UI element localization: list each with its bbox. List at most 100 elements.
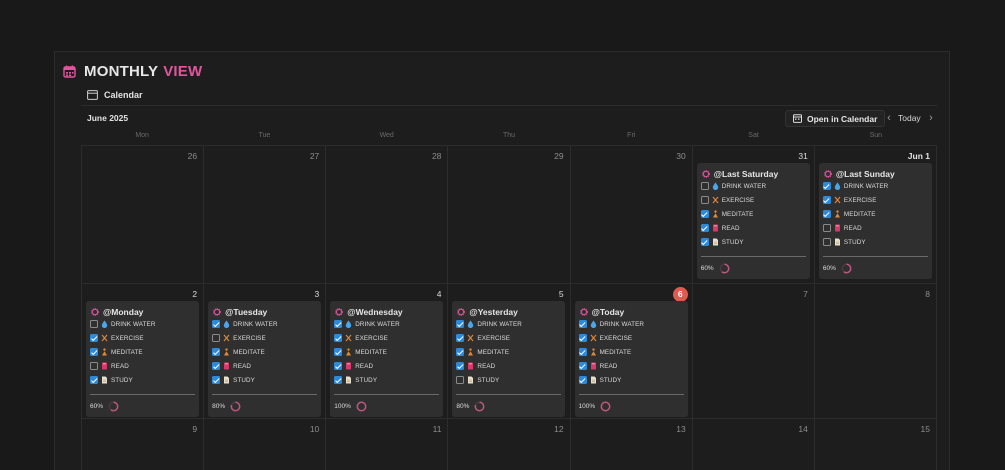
day-number: 10: [309, 424, 320, 434]
calendar-day-cell[interactable]: 8: [814, 284, 937, 419]
task-checkbox[interactable]: [700, 196, 709, 204]
task-checkbox[interactable]: [822, 182, 831, 190]
habit-entry-card[interactable]: @Yesterday DRINK WATER EXERCISE MEDITATE REA…: [452, 301, 566, 417]
calendar-day-cell[interactable]: 3 @Tuesday DRINK WATER EXERCISE MEDITATE READ…: [204, 284, 327, 419]
task-checkbox[interactable]: [90, 362, 98, 370]
today-button[interactable]: Today: [898, 111, 921, 125]
task-checkbox[interactable]: [90, 334, 98, 342]
entry-title[interactable]: @Last Saturday: [701, 169, 778, 179]
task-checkbox[interactable]: [456, 362, 465, 370]
weekday-header: Mon Tue Wed Thu Fri Sat Sun: [81, 132, 937, 145]
calendar-day-cell[interactable]: Jun 1 @Last Sunday DRINK WATER EXERCISE MEDI…: [814, 146, 937, 284]
task-label: MEDITATE: [599, 348, 632, 356]
calendar-day-cell[interactable]: 9: [82, 419, 205, 470]
progress-indicator: 100%: [334, 401, 367, 412]
entry-title[interactable]: @Yesterday: [457, 307, 518, 317]
habit-entry-card[interactable]: @Last Saturday DRINK WATER EXERCISE MEDITAT…: [696, 163, 810, 279]
task-checkbox[interactable]: [212, 376, 221, 384]
tab-calendar[interactable]: Calendar: [87, 87, 143, 103]
task-checkbox[interactable]: [212, 348, 221, 356]
calendar-day-cell[interactable]: 27: [204, 146, 327, 284]
task-checkbox[interactable]: [822, 196, 831, 204]
document-icon: [590, 376, 596, 384]
task-checkbox[interactable]: [334, 376, 343, 384]
task-checkbox[interactable]: [578, 348, 587, 356]
task-checkbox[interactable]: [700, 238, 709, 246]
task-checkbox[interactable]: [334, 320, 343, 328]
task-checkbox[interactable]: [700, 210, 709, 218]
calendar-day-cell[interactable]: 13: [571, 419, 693, 470]
document-icon: [712, 238, 718, 246]
task-checkbox[interactable]: [456, 320, 465, 328]
calendar-day-cell[interactable]: 10: [204, 419, 327, 470]
calendar-day-cell[interactable]: 26: [82, 146, 205, 284]
book-icon: [468, 362, 474, 370]
title-monthly: MONTHLY: [84, 62, 159, 80]
entry-title[interactable]: @Last Sunday: [823, 169, 895, 179]
calendar-day-cell[interactable]: 31 @Last Saturday DRINK WATER EXERCISE MEDIT…: [692, 146, 815, 284]
calendar-day-cell[interactable]: 11: [326, 419, 449, 470]
task-checkbox[interactable]: [578, 320, 587, 328]
calendar-day-cell[interactable]: 15: [815, 419, 937, 470]
calendar-day-cell[interactable]: 29: [448, 146, 571, 284]
document-icon: [834, 238, 840, 246]
entry-title[interactable]: @Today: [579, 307, 624, 317]
task-checkbox[interactable]: [212, 334, 221, 342]
task-label: READ: [111, 362, 129, 370]
task-checkbox[interactable]: [822, 224, 831, 232]
task-checkbox[interactable]: [456, 348, 465, 356]
calendar-day-cell[interactable]: 30: [570, 146, 693, 284]
habit-entry-card[interactable]: @Last Sunday DRINK WATER EXERCISE MEDITATE R…: [818, 163, 932, 279]
habit-entry-card[interactable]: @Tuesday DRINK WATER EXERCISE MEDITATE READ S…: [208, 301, 322, 417]
task-checkbox[interactable]: [456, 334, 465, 342]
habit-entry-card[interactable]: @Monday DRINK WATER EXERCISE MEDITATE READ ST…: [86, 301, 199, 417]
habit-entry-card[interactable]: @Today DRINK WATER EXERCISE MEDITATE READ STU…: [574, 301, 688, 417]
calendar-day-cell[interactable]: 12: [448, 419, 571, 470]
calendar-day-cell[interactable]: 4 @Wednesday DRINK WATER EXERCISE MEDITATE RE…: [326, 284, 449, 419]
book-icon: [224, 362, 230, 370]
entry-title[interactable]: @Tuesday: [213, 307, 267, 317]
habit-task: DRINK WATER: [334, 319, 400, 329]
entry-title[interactable]: @Wednesday: [335, 307, 403, 317]
task-checkbox[interactable]: [334, 348, 343, 356]
calendar-day-cell[interactable]: 5 @Yesterday DRINK WATER EXERCISE MEDITATE RE…: [448, 284, 571, 419]
calendar-day-cell[interactable]: 14: [693, 419, 815, 470]
task-checkbox[interactable]: [90, 376, 98, 384]
habit-entry-card[interactable]: @Wednesday DRINK WATER EXERCISE MEDITATE REA…: [330, 301, 444, 417]
task-checkbox[interactable]: [822, 238, 831, 246]
water-drop-icon: [468, 320, 474, 328]
task-checkbox[interactable]: [700, 224, 709, 232]
task-checkbox[interactable]: [578, 376, 587, 384]
task-label: READ: [843, 224, 862, 232]
card-divider: [90, 394, 195, 395]
open-calendar-icon: [793, 114, 802, 123]
entry-title[interactable]: @Monday: [91, 307, 143, 317]
meditation-icon: [102, 348, 107, 356]
calendar-day-cell[interactable]: 6 @Today DRINK WATER EXERCISE MEDITATE READ ST…: [570, 284, 693, 419]
task-label: READ: [599, 362, 618, 370]
task-checkbox[interactable]: [90, 320, 98, 328]
task-checkbox[interactable]: [212, 362, 221, 370]
chevron-left-icon[interactable]: ‹: [882, 111, 896, 125]
task-checkbox[interactable]: [700, 182, 709, 190]
calendar-day-cell[interactable]: 2 @Monday DRINK WATER EXERCISE MEDITATE READ S…: [82, 284, 205, 419]
task-checkbox[interactable]: [334, 334, 343, 342]
task-checkbox[interactable]: [90, 348, 98, 356]
open-in-calendar-button[interactable]: Open in Calendar: [785, 110, 886, 127]
calendar-day-cell[interactable]: 28: [326, 146, 449, 284]
task-checkbox[interactable]: [822, 210, 831, 218]
task-checkbox[interactable]: [334, 362, 343, 370]
task-checkbox[interactable]: [212, 320, 221, 328]
chevron-right-icon[interactable]: ›: [924, 111, 938, 125]
task-checkbox[interactable]: [578, 334, 587, 342]
gear-icon: [213, 308, 222, 316]
habit-task: MEDITATE: [334, 347, 387, 357]
calendar-day-cell[interactable]: 7: [692, 284, 815, 419]
habit-task: READ: [334, 361, 373, 371]
meditation-icon: [224, 348, 230, 356]
water-drop-icon: [834, 182, 841, 190]
progress-ring-icon: [108, 401, 119, 412]
day-number: 9: [192, 424, 198, 434]
task-checkbox[interactable]: [456, 376, 465, 384]
task-checkbox[interactable]: [578, 362, 587, 370]
